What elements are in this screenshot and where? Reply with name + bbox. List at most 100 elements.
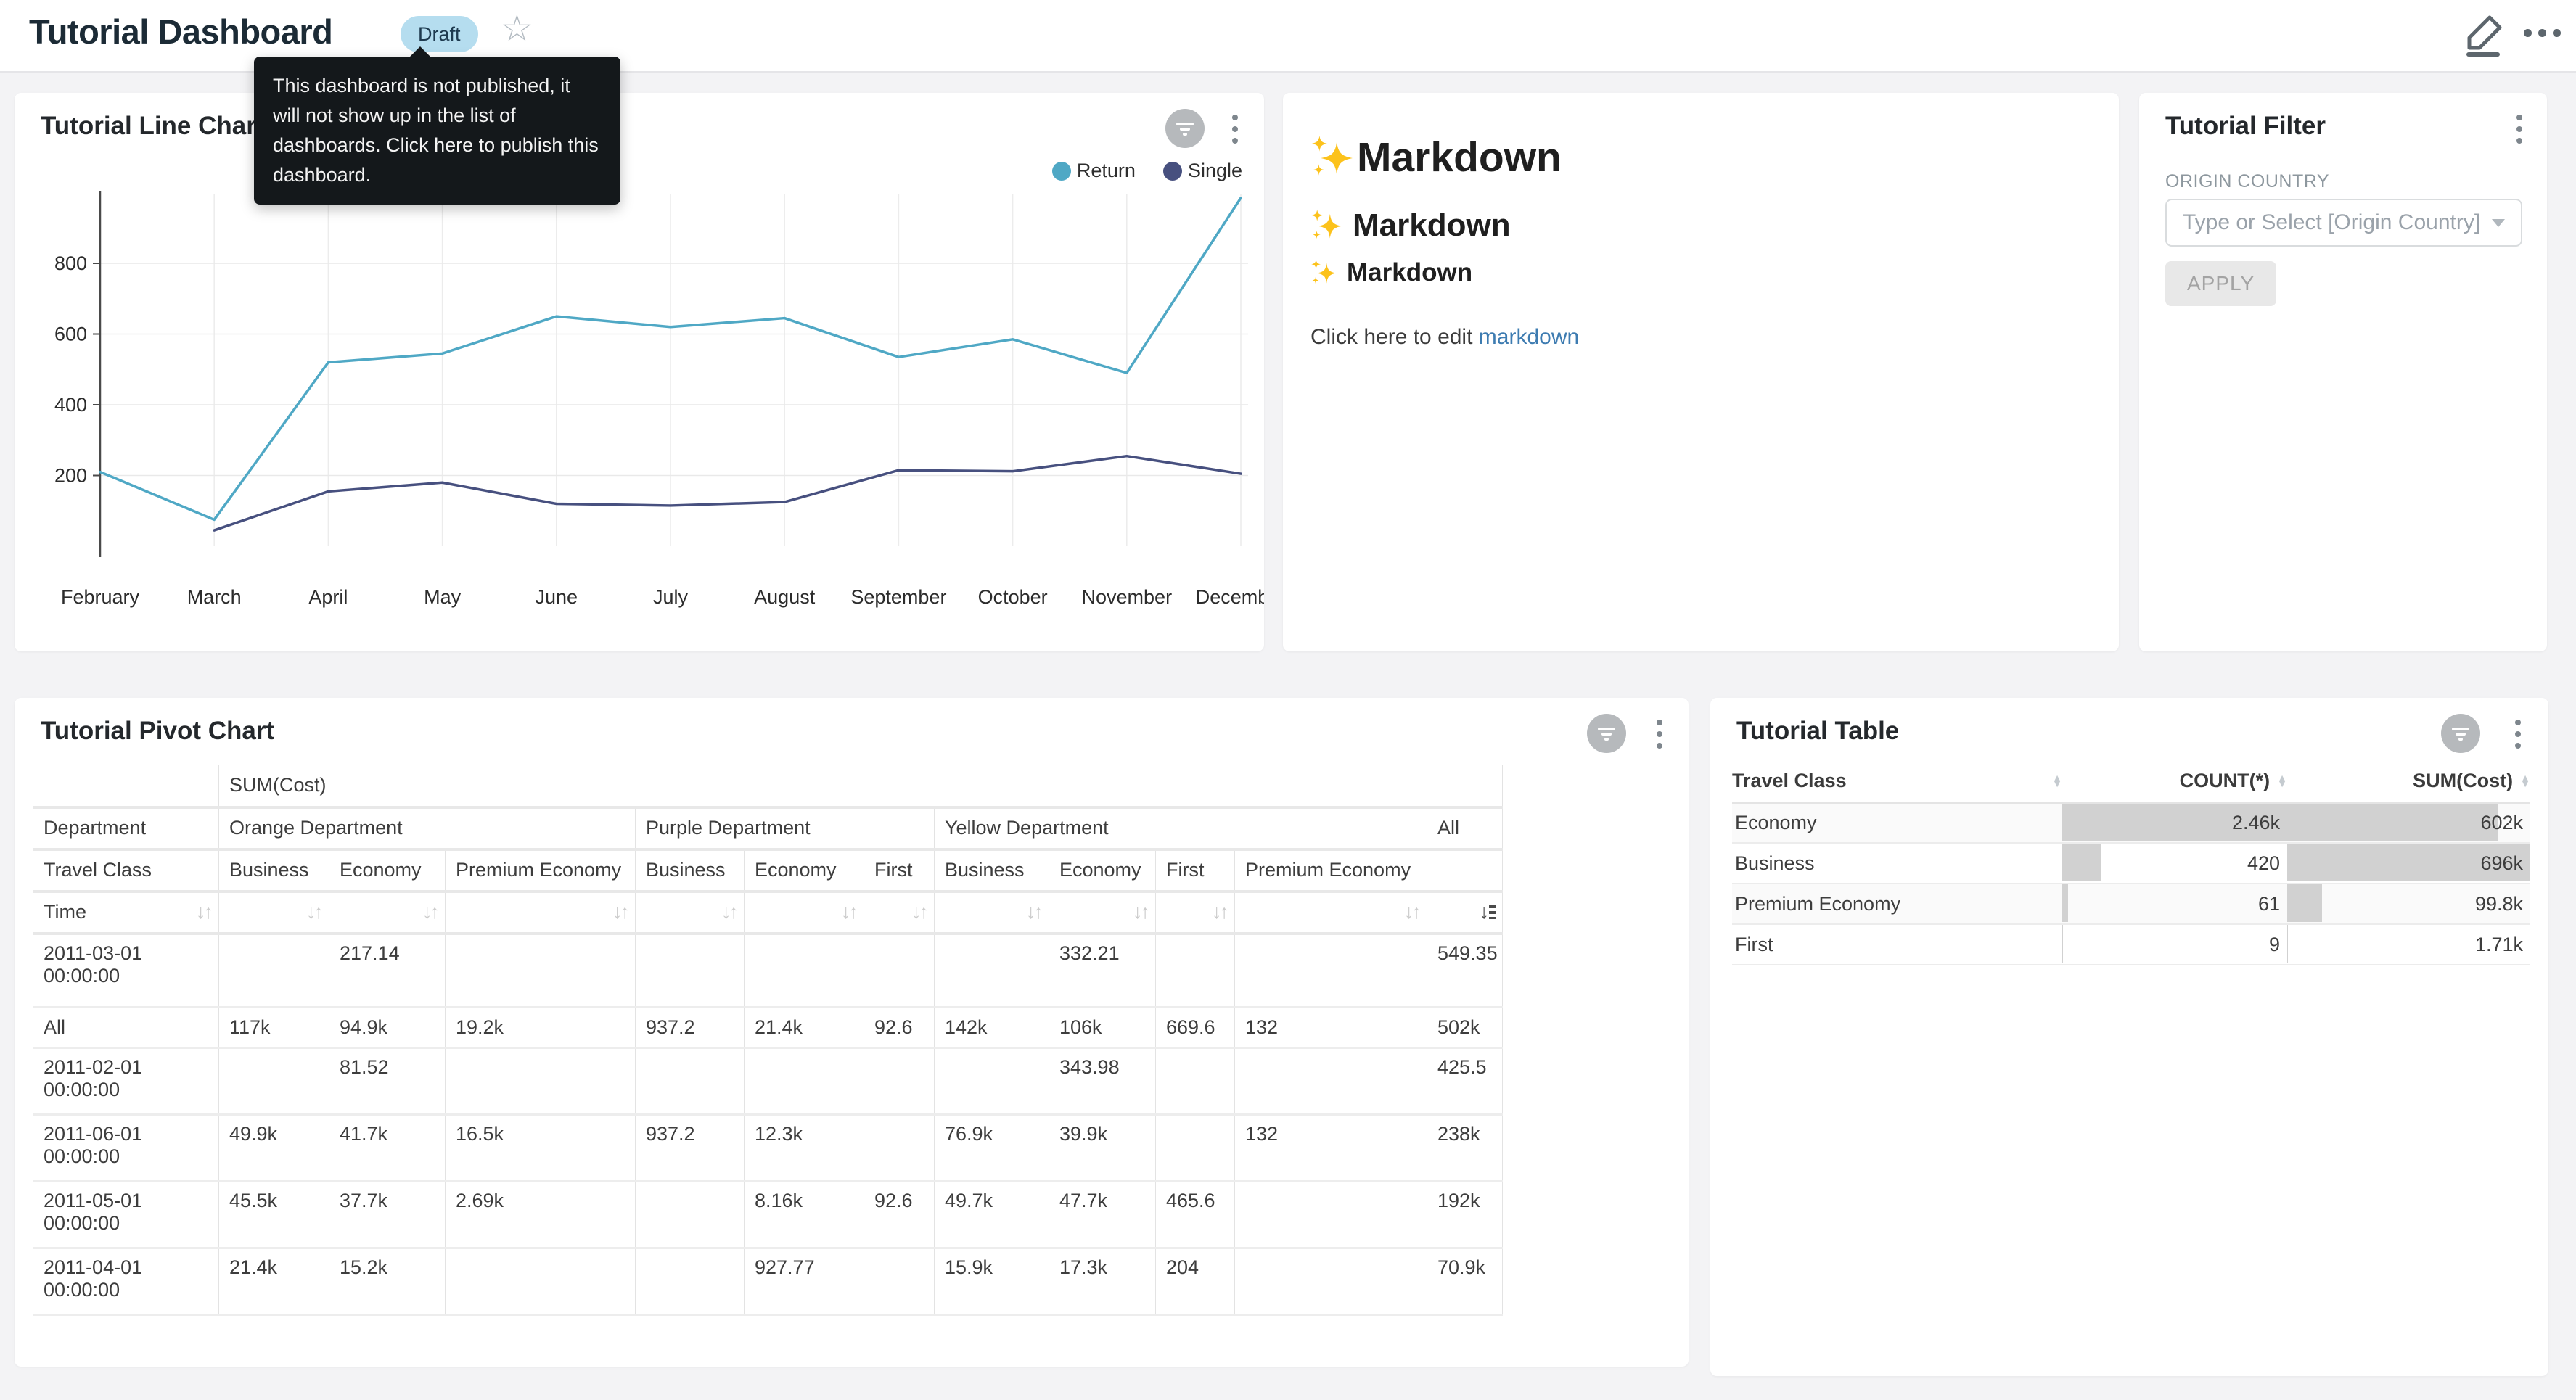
pivot-value-cell[interactable] (636, 1048, 745, 1115)
pivot-value-cell[interactable] (864, 1048, 935, 1115)
pivot-value-cell[interactable]: 45.5k (219, 1182, 329, 1248)
pivot-value-cell[interactable]: 37.7k (329, 1182, 446, 1248)
pivot-value-cell[interactable] (1156, 1048, 1235, 1115)
pivot-value-cell[interactable] (745, 1048, 864, 1115)
pivot-value-cell[interactable] (446, 1048, 636, 1115)
pivot-group-header[interactable]: All (1427, 807, 1503, 849)
pivot-value-cell[interactable]: 669.6 (1156, 1008, 1235, 1048)
chart-menu-icon[interactable] (2515, 720, 2521, 749)
pivot-value-cell[interactable]: 76.9k (935, 1115, 1049, 1182)
pivot-value-cell[interactable]: 70.9k (1427, 1248, 1503, 1315)
sort-icon[interactable]: ↓↑ (1212, 901, 1227, 923)
sort-icon[interactable]: ↓↑ (1026, 901, 1041, 923)
pivot-col-header[interactable]: Economy (745, 849, 864, 892)
pivot-value-cell[interactable]: 549.35 (1427, 934, 1503, 1008)
table-row[interactable]: Business 420 696k (1732, 843, 2530, 884)
pivot-table[interactable]: SUM(Cost)DepartmentOrange DepartmentPurp… (33, 765, 1503, 1316)
pivot-value-cell[interactable] (1235, 934, 1427, 1008)
pivot-value-cell[interactable]: 204 (1156, 1248, 1235, 1315)
pivot-value-cell[interactable]: 937.2 (636, 1008, 745, 1048)
sort-icon[interactable]: ▲▼ (2520, 775, 2530, 787)
edit-pencil-icon[interactable] (2464, 12, 2506, 57)
pivot-col-header[interactable]: Business (935, 849, 1049, 892)
pivot-value-cell[interactable]: 41.7k (329, 1115, 446, 1182)
pivot-value-cell[interactable]: 192k (1427, 1182, 1503, 1248)
pivot-value-cell[interactable]: 217.14 (329, 934, 446, 1008)
pivot-value-cell[interactable]: 238k (1427, 1115, 1503, 1182)
pivot-sort-cell[interactable]: ↓ (1427, 892, 1503, 934)
pivot-value-cell[interactable] (745, 934, 864, 1008)
pivot-value-cell[interactable]: 343.98 (1049, 1048, 1156, 1115)
pivot-value-cell[interactable]: 927.77 (745, 1248, 864, 1315)
sort-icon[interactable]: ↓↑ (911, 901, 927, 923)
sort-icon[interactable]: ▲▼ (2052, 775, 2062, 787)
pivot-value-cell[interactable]: 47.7k (1049, 1182, 1156, 1248)
pivot-value-cell[interactable] (636, 934, 745, 1008)
sort-icon[interactable]: ↓↑ (306, 901, 321, 923)
pivot-value-cell[interactable] (864, 1248, 935, 1315)
pivot-value-cell[interactable]: 425.5 (1427, 1048, 1503, 1115)
pivot-value-cell[interactable] (446, 934, 636, 1008)
pivot-sort-cell[interactable]: ↓↑ (935, 892, 1049, 934)
more-options-icon[interactable] (2524, 29, 2561, 37)
sort-icon[interactable]: ↓↑ (1404, 901, 1419, 923)
pivot-value-cell[interactable]: 49.9k (219, 1115, 329, 1182)
pivot-value-cell[interactable]: 21.4k (219, 1248, 329, 1315)
pivot-sort-cell[interactable]: ↓↑ (864, 892, 935, 934)
favorite-star-icon[interactable]: ☆ (501, 7, 533, 49)
line-chart[interactable]: 200 400 600 800FebruaryMarchAprilMayJune… (15, 93, 1264, 651)
pivot-col-header[interactable]: Business (219, 849, 329, 892)
pivot-value-cell[interactable]: 465.6 (1156, 1182, 1235, 1248)
apply-button[interactable]: APPLY (2165, 261, 2276, 306)
pivot-sort-cell[interactable]: ↓↑ (636, 892, 745, 934)
pivot-value-cell[interactable]: 15.9k (935, 1248, 1049, 1315)
pivot-group-header[interactable]: Yellow Department (935, 807, 1427, 849)
pivot-value-cell[interactable] (935, 934, 1049, 1008)
markdown-link[interactable]: markdown (1479, 325, 1579, 349)
pivot-value-cell[interactable] (864, 934, 935, 1008)
cross-filter-icon[interactable] (1587, 714, 1626, 753)
pivot-value-cell[interactable]: 132 (1235, 1008, 1427, 1048)
pivot-row-label[interactable]: 2011-06-0100:00:00 (33, 1115, 219, 1182)
sort-icon[interactable]: ↓↑ (422, 901, 438, 923)
pivot-value-cell[interactable]: 106k (1049, 1008, 1156, 1048)
table-row[interactable]: Premium Economy 61 99.8k (1732, 884, 2530, 924)
pivot-value-cell[interactable] (636, 1182, 745, 1248)
pivot-row-label[interactable]: All (33, 1008, 219, 1048)
pivot-row-label[interactable]: 2011-04-0100:00:00 (33, 1248, 219, 1315)
pivot-value-cell[interactable] (1156, 1115, 1235, 1182)
filter-menu-icon[interactable] (2516, 115, 2522, 144)
data-table[interactable]: Travel Class▲▼ COUNT(*)▲▼ SUM(Cost)▲▼ Ec… (1732, 760, 2530, 965)
pivot-value-cell[interactable] (1235, 1048, 1427, 1115)
pivot-value-cell[interactable]: 21.4k (745, 1008, 864, 1048)
origin-country-select[interactable]: Type or Select [Origin Country] (2165, 199, 2522, 247)
pivot-col-header[interactable]: First (1156, 849, 1235, 892)
pivot-col-header[interactable]: Economy (329, 849, 446, 892)
pivot-col-header[interactable]: Economy (1049, 849, 1156, 892)
pivot-value-cell[interactable]: 92.6 (864, 1008, 935, 1048)
sort-icon[interactable]: ↓↑ (612, 901, 628, 923)
pivot-col-header[interactable]: First (864, 849, 935, 892)
pivot-value-cell[interactable]: 81.52 (329, 1048, 446, 1115)
pivot-col-header[interactable]: Business (636, 849, 745, 892)
sort-icon[interactable]: ▲▼ (2277, 775, 2287, 787)
pivot-sort-cell[interactable]: ↓↑ (329, 892, 446, 934)
pivot-sort-cell[interactable]: ↓↑ (446, 892, 636, 934)
col-travel-class[interactable]: Travel Class▲▼ (1732, 760, 2062, 802)
pivot-value-cell[interactable] (935, 1048, 1049, 1115)
pivot-value-cell[interactable] (219, 934, 329, 1008)
pivot-value-cell[interactable]: 94.9k (329, 1008, 446, 1048)
pivot-value-cell[interactable]: 16.5k (446, 1115, 636, 1182)
pivot-value-cell[interactable]: 332.21 (1049, 934, 1156, 1008)
cross-filter-icon[interactable] (2441, 714, 2480, 753)
table-row[interactable]: Economy 2.46k 602k (1732, 802, 2530, 843)
pivot-value-cell[interactable]: 937.2 (636, 1115, 745, 1182)
pivot-value-cell[interactable]: 132 (1235, 1115, 1427, 1182)
pivot-row-label[interactable]: 2011-03-0100:00:00 (33, 934, 219, 1008)
pivot-sort-cell[interactable]: ↓↑ (219, 892, 329, 934)
sort-icon[interactable]: ↓↑ (841, 901, 856, 923)
pivot-value-cell[interactable]: 8.16k (745, 1182, 864, 1248)
pivot-value-cell[interactable]: 49.7k (935, 1182, 1049, 1248)
pivot-value-cell[interactable] (636, 1248, 745, 1315)
pivot-value-cell[interactable] (219, 1048, 329, 1115)
